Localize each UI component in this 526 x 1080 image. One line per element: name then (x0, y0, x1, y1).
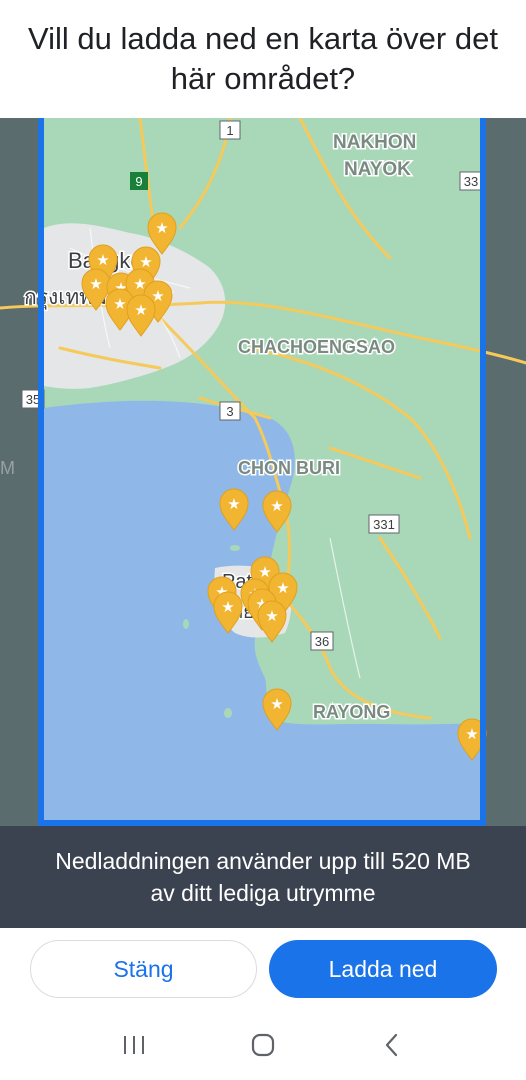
map-label-rayong: RAYONG (313, 702, 390, 722)
recent-apps-icon (124, 1036, 145, 1054)
island (224, 708, 232, 718)
road-shield-9-label: 9 (135, 174, 142, 189)
map-label-chon-buri: CHON BURI (238, 458, 340, 478)
map-label-nayok: NAYOK (344, 159, 411, 180)
island (183, 619, 189, 629)
road-shield-36-label: 36 (315, 634, 329, 649)
system-navigation-bar (0, 1010, 526, 1080)
recent-apps-button[interactable] (110, 1021, 158, 1069)
dialog-title: Vill du ladda ned en karta över det här … (28, 21, 498, 96)
road-shield-33-label: 33 (464, 174, 478, 189)
dialog-header: Vill du ladda ned en karta över det här … (0, 0, 526, 118)
outside-right-dim (480, 118, 526, 928)
home-icon (251, 1033, 275, 1057)
back-button[interactable] (368, 1021, 416, 1069)
map-label-chachoengsao: CHACHOENGSAO (238, 337, 395, 357)
map-label-edge: M (0, 458, 15, 478)
home-button[interactable] (239, 1021, 287, 1069)
close-button[interactable]: Stäng (30, 940, 257, 998)
storage-info-panel: Nedladdningen använder upp till 520 MB a… (0, 826, 526, 928)
map-canvas[interactable]: ★ (0, 118, 526, 928)
road-shield-1-label: 1 (226, 123, 233, 138)
back-icon (385, 1033, 397, 1057)
island (230, 545, 240, 551)
road-shield-331-label: 331 (373, 517, 395, 532)
road-shield-35-label: 35 (26, 392, 40, 407)
map-area[interactable]: ★ (0, 118, 526, 928)
outside-left-dim (0, 118, 44, 928)
download-button[interactable]: Ladda ned (269, 940, 497, 998)
map-label-nakhon: NAKHON (333, 132, 416, 153)
storage-info-text: Nedladdningen använder upp till 520 MB a… (55, 848, 471, 906)
road-shield-3-label: 3 (226, 404, 233, 419)
